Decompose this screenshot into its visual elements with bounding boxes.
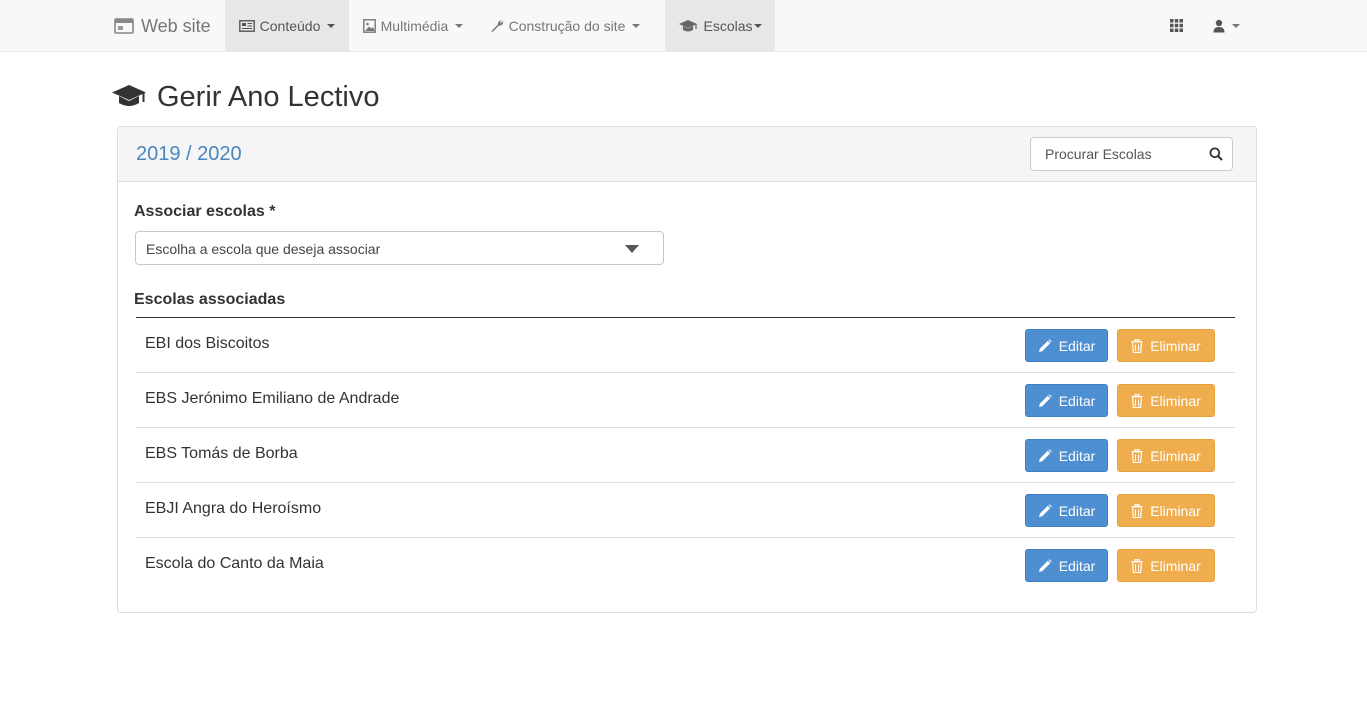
brand-label: Web site (141, 15, 211, 36)
apps-menu-button[interactable] (1158, 0, 1194, 51)
chevron-down-icon (1231, 23, 1240, 28)
delete-button-label: Eliminar (1150, 392, 1201, 409)
image-icon (362, 18, 376, 33)
user-icon (1213, 19, 1225, 33)
window-icon (114, 18, 134, 34)
pencil-icon (1038, 338, 1052, 353)
newspaper-icon (238, 19, 255, 32)
delete-button[interactable]: Eliminar (1117, 549, 1215, 582)
edit-button-label: Editar (1058, 337, 1096, 354)
trash-icon (1131, 393, 1143, 408)
associated-schools-heading: Escolas associadas (134, 291, 286, 308)
edit-button-label: Editar (1058, 447, 1096, 464)
school-name: EBS Jerónimo Emiliano de Andrade (145, 390, 400, 407)
trash-icon (1131, 338, 1143, 353)
school-name: EBS Tomás de Borba (145, 445, 298, 462)
delete-button[interactable]: Eliminar (1117, 439, 1215, 472)
page-title-text: Gerir Ano Lectivo (157, 80, 380, 113)
trash-icon (1131, 558, 1143, 573)
chevron-down-icon (327, 23, 336, 28)
school-select-value: Escolha a escola que deseja associar (146, 241, 381, 257)
delete-button[interactable]: Eliminar (1117, 384, 1215, 417)
chevron-down-icon (753, 23, 762, 28)
grid-icon (1169, 19, 1183, 32)
delete-button-label: Eliminar (1150, 337, 1201, 354)
trash-icon (1131, 448, 1143, 463)
delete-button-label: Eliminar (1150, 557, 1201, 574)
list-item: EBS Jerónimo Emiliano de Andrade Editar … (136, 373, 1235, 428)
school-name: Escola do Canto da Maia (145, 555, 324, 572)
nav-item-label: Multimédia (380, 17, 449, 34)
nav-item-conteudo[interactable]: Conteúdo (225, 0, 349, 51)
associate-label: Associar escolas * (134, 203, 276, 220)
chevron-down-icon (455, 23, 464, 28)
list-item: EBJI Angra do Heroísmo Editar Eliminar (136, 483, 1235, 538)
nav-item-label: Conteúdo (259, 17, 321, 34)
nav-item-escolas[interactable]: Escolas (665, 0, 775, 51)
nav-item-multimedia[interactable]: Multimédia (351, 0, 475, 51)
chevron-down-icon (632, 23, 641, 28)
nav-item-label: Escolas (703, 17, 753, 34)
school-name: EBJI Angra do Heroísmo (145, 500, 322, 517)
delete-button[interactable]: Eliminar (1117, 494, 1215, 527)
edit-button[interactable]: Editar (1025, 549, 1108, 582)
associated-schools-list: EBI dos Biscoitos Editar Eliminar EBS Je… (136, 317, 1235, 593)
search-icon[interactable] (1208, 146, 1224, 162)
school-year-panel: 2019 / 2020 Associar escolas * Escolha a… (117, 126, 1257, 613)
graduation-cap-icon (678, 19, 698, 33)
edit-button[interactable]: Editar (1025, 439, 1108, 472)
delete-button[interactable]: Eliminar (1117, 329, 1215, 362)
pencil-icon (1038, 448, 1052, 463)
search-input[interactable] (1043, 138, 1203, 170)
graduation-cap-icon (111, 84, 147, 110)
edit-button-label: Editar (1058, 557, 1096, 574)
school-select[interactable]: Escolha a escola que deseja associar (135, 231, 664, 265)
pencil-icon (1038, 558, 1052, 573)
user-menu-button[interactable] (1204, 0, 1248, 51)
pencil-icon (1038, 393, 1052, 408)
edit-button[interactable]: Editar (1025, 329, 1108, 362)
school-year-label: 2019 / 2020 (136, 143, 242, 165)
edit-button-label: Editar (1058, 502, 1096, 519)
brand-link[interactable]: Web site (114, 0, 211, 52)
edit-button[interactable]: Editar (1025, 494, 1108, 527)
list-item: EBS Tomás de Borba Editar Eliminar (136, 428, 1235, 483)
top-navbar: Web site Conteúdo Multimédia Construção … (0, 0, 1367, 52)
edit-button-label: Editar (1058, 392, 1096, 409)
list-item: Escola do Canto da Maia Editar Eliminar (136, 538, 1235, 593)
nav-item-construcao[interactable]: Construção do site (477, 0, 653, 51)
delete-button-label: Eliminar (1150, 447, 1201, 464)
pencil-icon (1038, 503, 1052, 518)
list-item: EBI dos Biscoitos Editar Eliminar (136, 318, 1235, 373)
wrench-icon (490, 19, 504, 33)
chevron-down-icon (625, 245, 639, 253)
search-box (1030, 137, 1233, 171)
delete-button-label: Eliminar (1150, 502, 1201, 519)
nav-item-label: Construção do site (508, 17, 626, 34)
school-name: EBI dos Biscoitos (145, 335, 270, 352)
page-title: Gerir Ano Lectivo (111, 77, 379, 117)
edit-button[interactable]: Editar (1025, 384, 1108, 417)
trash-icon (1131, 503, 1143, 518)
panel-heading: 2019 / 2020 (118, 127, 1256, 182)
